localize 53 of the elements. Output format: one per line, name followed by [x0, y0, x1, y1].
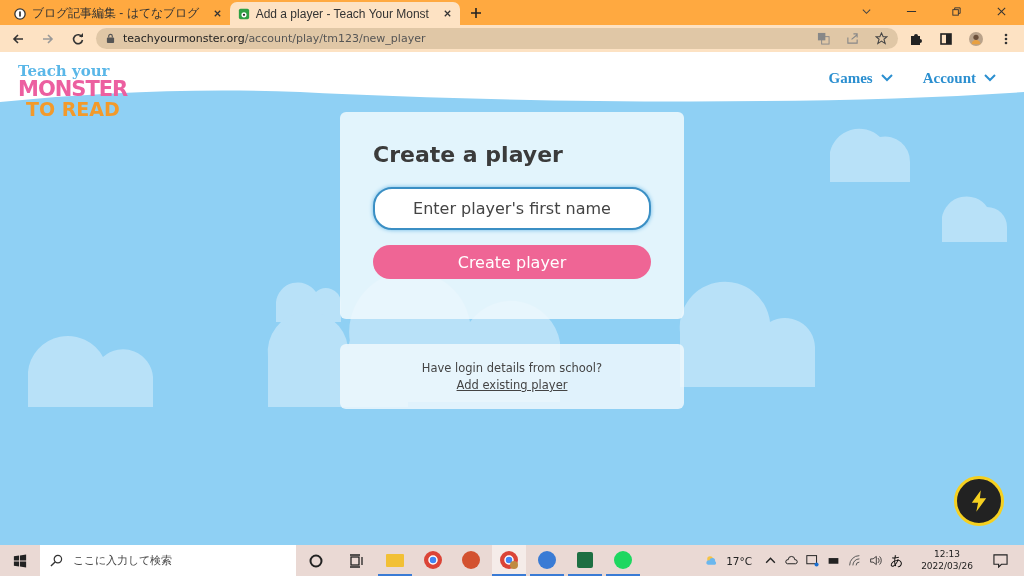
search-icon	[50, 554, 63, 567]
chevron-down-icon	[880, 74, 893, 82]
close-icon[interactable]	[442, 9, 452, 18]
card-title: Create a player	[373, 142, 564, 167]
clock-date: 2022/03/26	[921, 560, 973, 573]
speaker-icon[interactable]	[869, 554, 883, 567]
wifi-icon[interactable]	[848, 554, 862, 567]
add-existing-player-link[interactable]: Add existing player	[456, 378, 568, 392]
task-view-icon[interactable]	[348, 552, 364, 569]
chevron-down-icon	[984, 74, 996, 82]
url-text: teachyourmonster.org/account/play/tm123/new_player	[123, 32, 426, 45]
weather-icon	[705, 554, 719, 567]
cloud-icon[interactable]	[785, 554, 799, 567]
app-icon	[499, 549, 519, 570]
lock-icon	[106, 33, 115, 44]
back-icon[interactable]	[11, 31, 25, 46]
screen-icon[interactable]	[806, 554, 820, 567]
close-icon[interactable]	[996, 6, 1007, 17]
puzzle-icon[interactable]	[909, 31, 923, 46]
side-panel-icon[interactable]	[939, 31, 953, 46]
close-icon[interactable]	[212, 9, 222, 18]
app-icon	[423, 549, 443, 570]
clock-time: 12:13	[934, 548, 961, 561]
nav-menu[interactable]: Games	[828, 68, 893, 88]
lightning-icon	[970, 489, 988, 513]
address-bar[interactable]: teachyourmonster.org/account/play/tm123/new_player	[96, 28, 898, 49]
star-icon[interactable]	[875, 32, 888, 45]
taskbar-search-field[interactable]: ここに入力して検索	[40, 545, 296, 576]
browser-tab[interactable]: ブログ記事編集 - はてなブログ	[6, 2, 230, 25]
school-question: Have login details from school?	[421, 361, 603, 375]
windows-icon[interactable]	[13, 553, 27, 568]
chevron-down-icon[interactable]	[861, 6, 872, 17]
app-icon	[613, 549, 633, 570]
temperature-text: 17°C	[726, 554, 753, 567]
name-field[interactable]: Enter player's first name	[373, 187, 651, 230]
restore-icon[interactable]	[951, 6, 962, 17]
logo-text: Teach your	[18, 64, 111, 79]
new-tab-icon[interactable]	[469, 7, 482, 19]
avatar-icon[interactable]	[969, 31, 983, 46]
nav-menu[interactable]: Account	[922, 68, 996, 88]
reload-icon[interactable]	[71, 31, 85, 46]
logo-text: MONSTER	[18, 79, 128, 100]
browser-tab[interactable]: Add a player - Teach Your Monst	[229, 2, 460, 25]
logo-text: TO READ	[25, 100, 121, 119]
notification-icon[interactable]	[993, 553, 1008, 568]
app-icon	[575, 549, 595, 570]
app-icon	[537, 549, 557, 570]
ime-indicator[interactable]: あ	[890, 551, 904, 570]
info-icon	[14, 7, 26, 20]
app-icon	[461, 549, 481, 570]
taskbar-app[interactable]	[492, 545, 526, 576]
monster-icon	[237, 7, 250, 20]
lightning-button[interactable]	[954, 476, 1004, 526]
